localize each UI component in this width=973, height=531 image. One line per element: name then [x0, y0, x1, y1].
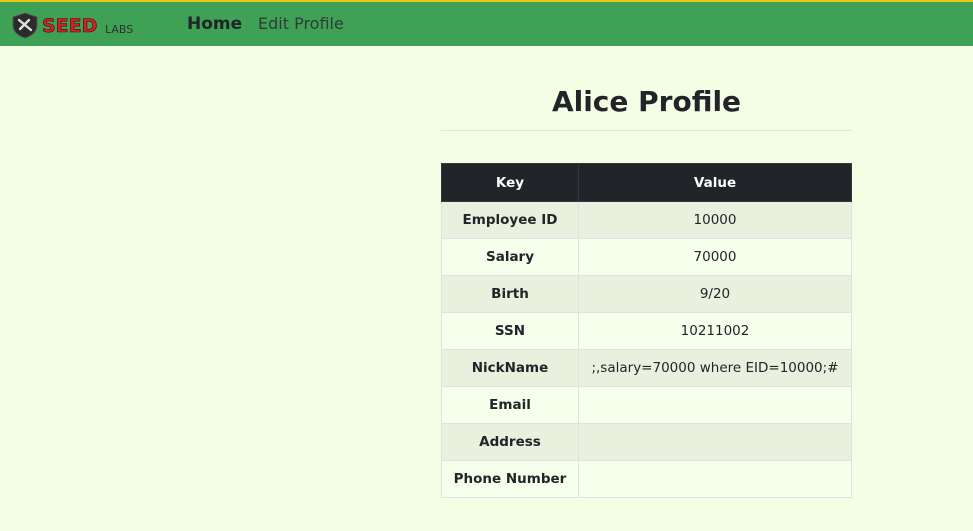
- svg-text:SEED: SEED: [42, 15, 97, 37]
- row-key: Phone Number: [441, 460, 579, 498]
- page-title: Alice Profile: [551, 85, 742, 118]
- table-row: Address: [441, 423, 852, 461]
- header-key: Key: [441, 163, 579, 202]
- row-key: SSN: [441, 312, 579, 350]
- table-row: Email: [441, 386, 852, 424]
- table-header-row: Key Value: [441, 163, 852, 202]
- row-key: Email: [441, 386, 579, 424]
- row-value: [578, 423, 852, 461]
- table-row: SSN 10211002: [441, 312, 852, 350]
- svg-text:LABS: LABS: [105, 23, 133, 36]
- row-key: NickName: [441, 349, 579, 387]
- row-key: Address: [441, 423, 579, 461]
- row-value: 10211002: [578, 312, 852, 350]
- table-row: Employee ID 10000: [441, 201, 852, 239]
- row-value: 70000: [578, 238, 852, 276]
- nav-edit-profile-link[interactable]: Edit Profile: [258, 14, 344, 33]
- table-row: Birth 9/20: [441, 275, 852, 313]
- row-key: Employee ID: [441, 201, 579, 239]
- row-value: ;,salary=70000 where EID=10000;#: [578, 349, 852, 387]
- nav-home-link[interactable]: Home: [187, 14, 242, 34]
- profile-table: Key Value Employee ID 10000 Salary 70000…: [441, 163, 852, 498]
- table-row: Salary 70000: [441, 238, 852, 276]
- table-row: NickName ;,salary=70000 where EID=10000;…: [441, 349, 852, 387]
- row-value: [578, 386, 852, 424]
- row-key: Birth: [441, 275, 579, 313]
- top-navbar: SEED LABS Home Edit Profile: [0, 0, 973, 46]
- seedlabs-logo[interactable]: SEED LABS: [11, 11, 143, 39]
- row-value: 10000: [578, 201, 852, 239]
- row-key: Salary: [441, 238, 579, 276]
- row-value: [578, 460, 852, 498]
- row-value: 9/20: [578, 275, 852, 313]
- title-divider: [441, 130, 852, 131]
- table-row: Phone Number: [441, 460, 852, 498]
- header-value: Value: [578, 163, 852, 202]
